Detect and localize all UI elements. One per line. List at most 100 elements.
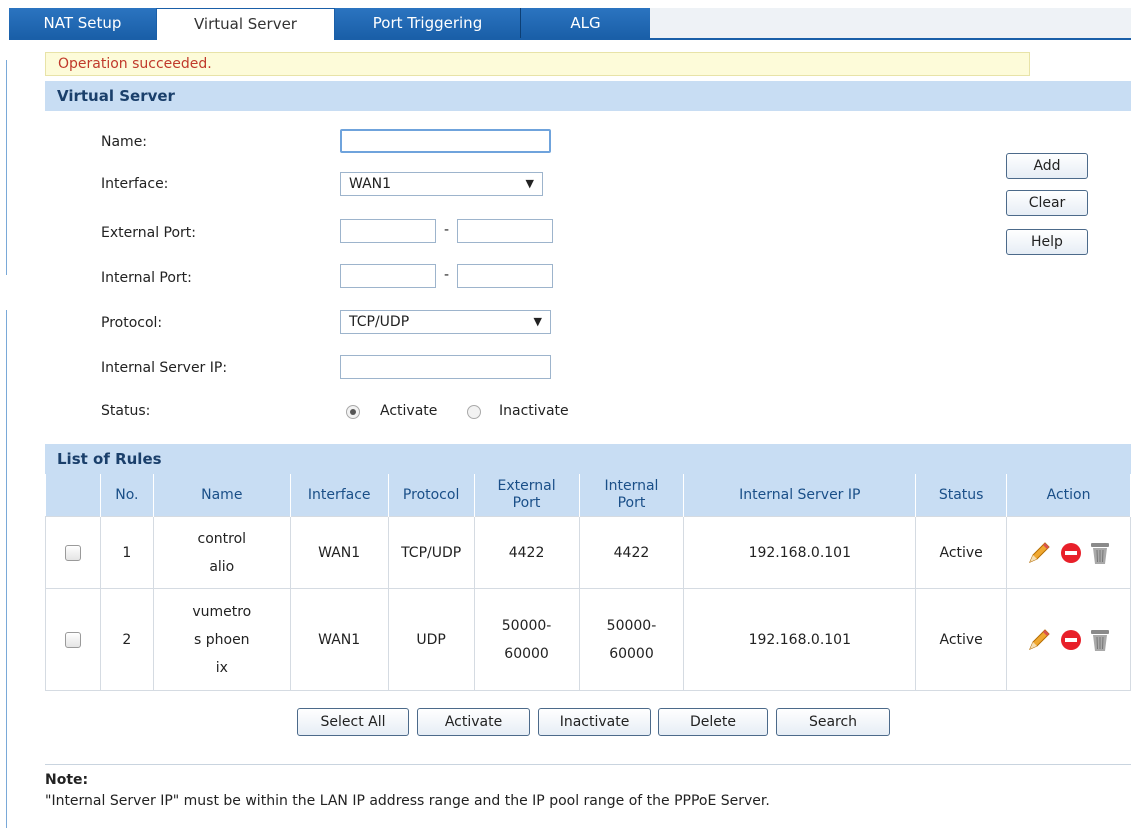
internal-server-ip-input[interactable] — [340, 355, 551, 379]
external-port-dash: - — [444, 222, 450, 238]
status-activate-label[interactable]: Activate — [380, 403, 437, 419]
row-no: 1 — [99, 516, 154, 589]
interface-select[interactable]: WAN1 ▼ — [340, 172, 543, 196]
name-label: Name: — [101, 134, 148, 150]
row-no: 2 — [99, 588, 154, 691]
row-checkbox-cell — [45, 516, 101, 589]
row-name-line: s phoen — [194, 631, 250, 648]
help-button[interactable]: Help — [1006, 229, 1088, 255]
row-protocol: UDP — [387, 588, 475, 691]
trash-icon[interactable] — [1089, 540, 1111, 566]
tab-alg[interactable]: ALG — [521, 8, 650, 38]
row-actions — [1006, 516, 1131, 589]
section-header-virtual-server: Virtual Server — [45, 81, 1131, 111]
internal-port-end-input[interactable] — [457, 264, 553, 288]
row-interface: WAN1 — [289, 588, 389, 691]
internal-port-label: Internal Port: — [101, 270, 192, 286]
row-name-line: vumetro — [192, 603, 252, 620]
add-button[interactable]: Add — [1006, 153, 1088, 179]
protocol-select[interactable]: TCP/UDP ▼ — [340, 310, 551, 334]
rules-table: No. Name Interface Protocol External Port… — [45, 474, 1131, 691]
table-row: 1 control alio WAN1 TCP/UDP 4422 4422 192… — [45, 516, 1131, 589]
row-checkbox[interactable] — [64, 631, 81, 648]
divider — [45, 764, 1131, 765]
name-input[interactable] — [340, 129, 551, 153]
dropdown-arrow-icon: ▼ — [533, 315, 542, 328]
col-header-internal-server-ip: Internal Server IP — [683, 474, 917, 517]
tab-bar: NAT Setup Virtual Server Port Triggering… — [0, 0, 1131, 40]
col-header-internal-port-line2: Port — [617, 495, 646, 511]
tab-nat-setup[interactable]: NAT Setup — [9, 8, 156, 38]
col-header-external-port-line2: Port — [512, 495, 541, 511]
delete-button[interactable]: Delete — [658, 708, 768, 736]
internal-server-ip-label: Internal Server IP: — [101, 360, 228, 376]
col-header-no: No. — [100, 474, 154, 517]
row-status: Active — [915, 588, 1008, 691]
row-internal-port: 4422 — [578, 516, 685, 589]
section-header-list-of-rules: List of Rules — [45, 444, 1131, 474]
status-activate-radio[interactable] — [346, 405, 360, 419]
activate-button[interactable]: Activate — [417, 708, 530, 736]
row-protocol: TCP/UDP — [387, 516, 475, 589]
interface-select-value: WAN1 — [349, 176, 392, 192]
row-external-port: 4422 — [473, 516, 580, 589]
col-header-internal-port: Internal Port — [579, 474, 685, 517]
search-button[interactable]: Search — [776, 708, 890, 736]
protocol-select-value: TCP/UDP — [349, 314, 410, 330]
external-port-label: External Port: — [101, 225, 197, 241]
internal-port-dash: - — [444, 267, 450, 283]
disable-icon[interactable] — [1059, 628, 1083, 652]
protocol-label: Protocol: — [101, 315, 163, 331]
row-external-port-line: 50000- — [501, 617, 552, 634]
col-header-status: Status — [915, 474, 1008, 517]
row-name-line: ix — [215, 659, 228, 676]
clear-button[interactable]: Clear — [1006, 190, 1088, 216]
row-checkbox-cell — [45, 588, 101, 691]
edit-pencil-icon[interactable] — [1026, 540, 1052, 566]
tab-virtual-server[interactable]: Virtual Server — [156, 8, 335, 40]
row-name: control alio — [152, 516, 291, 589]
edit-pencil-icon[interactable] — [1026, 627, 1052, 653]
row-actions — [1006, 588, 1131, 691]
row-external-port: 50000- 60000 — [473, 588, 580, 691]
col-header-action: Action — [1006, 474, 1131, 517]
row-checkbox[interactable] — [64, 544, 81, 561]
row-internal-port-line: 50000- — [606, 617, 657, 634]
col-header-interface: Interface — [290, 474, 389, 517]
row-name: vumetro s phoen ix — [152, 588, 291, 691]
row-internal-server-ip: 192.168.0.101 — [683, 588, 917, 691]
col-header-external-port: External Port — [474, 474, 580, 517]
status-inactivate-label[interactable]: Inactivate — [499, 403, 569, 419]
col-header-select — [45, 474, 101, 517]
trash-icon[interactable] — [1089, 627, 1111, 653]
row-name-line: alio — [209, 558, 235, 575]
success-message: Operation succeeded. — [45, 52, 1030, 76]
table-row: 2 vumetro s phoen ix WAN1 UDP 50000- 60000 … — [45, 588, 1131, 691]
col-header-internal-port-line1: Internal — [604, 478, 659, 494]
status-label: Status: — [101, 403, 151, 419]
row-internal-port: 50000- 60000 — [578, 588, 685, 691]
col-header-external-port-line1: External — [497, 478, 556, 494]
col-header-name: Name — [153, 474, 291, 517]
status-inactivate-radio[interactable] — [467, 405, 481, 419]
row-internal-server-ip: 192.168.0.101 — [683, 516, 917, 589]
select-all-button[interactable]: Select All — [297, 708, 409, 736]
tab-port-triggering[interactable]: Port Triggering — [335, 8, 521, 38]
col-header-protocol: Protocol — [388, 474, 475, 517]
left-frame-edge — [6, 60, 7, 275]
inactivate-button[interactable]: Inactivate — [538, 708, 651, 736]
external-port-end-input[interactable] — [457, 219, 553, 243]
row-internal-port-line: 60000 — [609, 645, 654, 662]
row-external-port-line: 60000 — [504, 645, 549, 662]
internal-port-start-input[interactable] — [340, 264, 436, 288]
row-name-line: control — [197, 530, 247, 547]
row-status: Active — [915, 516, 1008, 589]
disable-icon[interactable] — [1059, 541, 1083, 565]
dropdown-arrow-icon: ▼ — [525, 177, 534, 190]
row-interface: WAN1 — [289, 516, 389, 589]
left-frame-edge-lower — [6, 310, 7, 828]
external-port-start-input[interactable] — [340, 219, 436, 243]
interface-label: Interface: — [101, 176, 169, 192]
note-title: Note: — [45, 772, 89, 788]
note-text: "Internal Server IP" must be within the … — [45, 793, 770, 809]
